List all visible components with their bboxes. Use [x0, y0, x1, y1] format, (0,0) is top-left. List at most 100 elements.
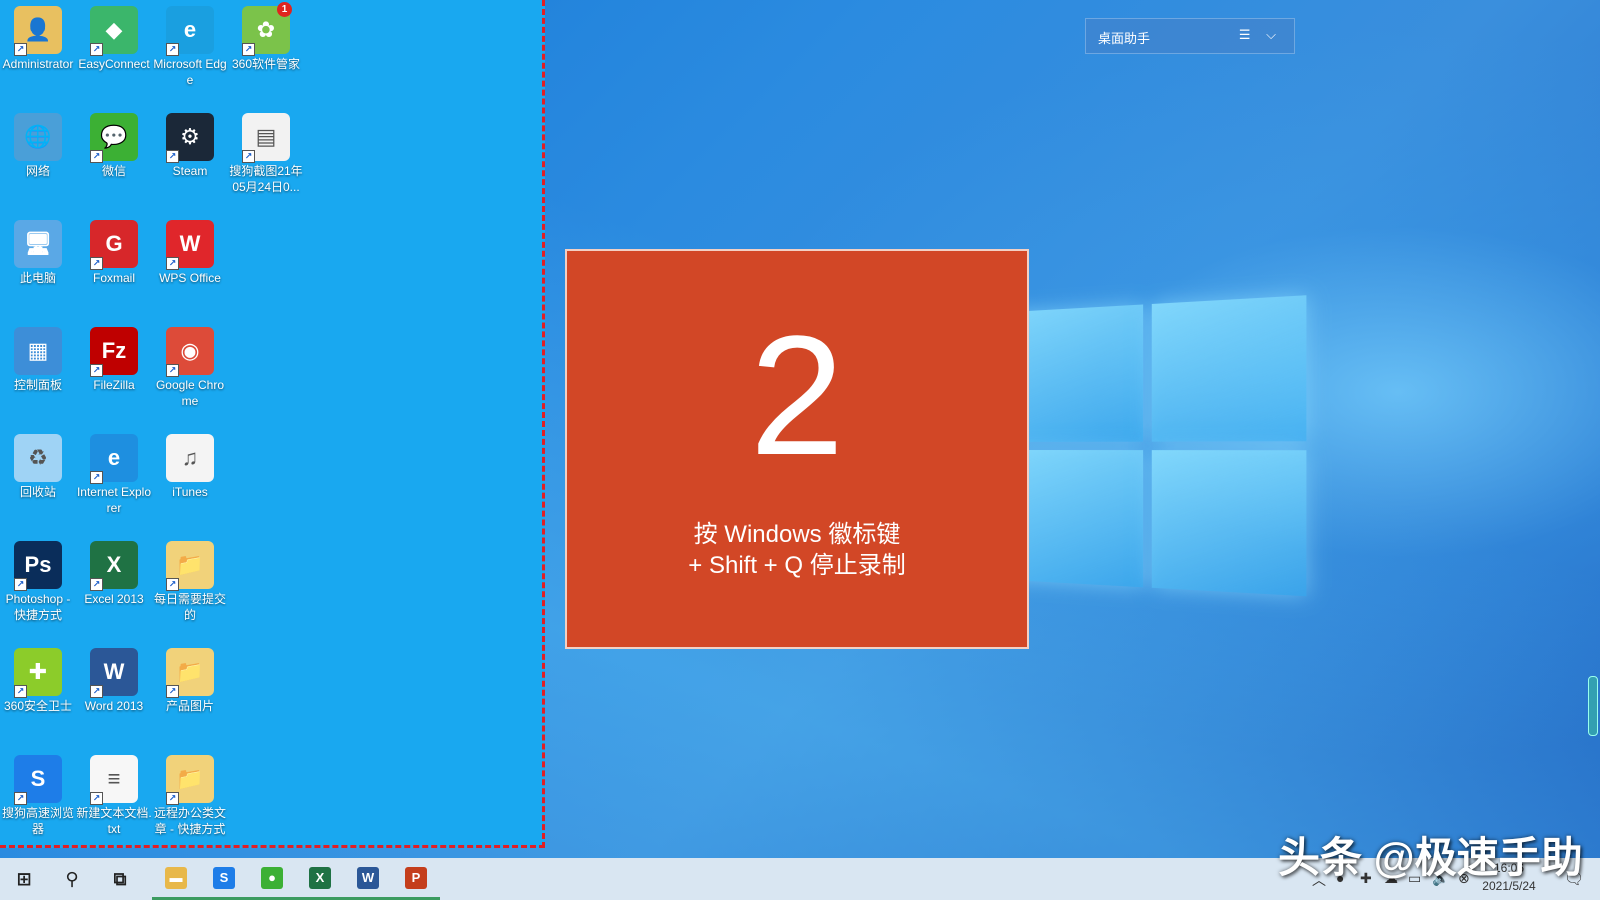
- desktop-icon-label: Google Chrome: [155, 378, 225, 408]
- shortcut-arrow-icon: ↗: [14, 685, 27, 698]
- desktop-icon-label: WPS Office: [159, 271, 221, 285]
- desktop-icon-label: 每日需要提交的: [153, 592, 226, 622]
- desktop-icon[interactable]: W ↗ Word 2013: [76, 642, 152, 714]
- widget-title: 桌面助手: [1098, 31, 1151, 46]
- wechat[interactable]: ●: [248, 858, 296, 900]
- word-icon: W: [357, 866, 379, 889]
- desktop-icon[interactable]: ▦ 控制面板: [0, 321, 76, 393]
- start-button-icon: ⊞: [16, 868, 32, 889]
- desktop-icon[interactable]: ♻ 回收站: [0, 428, 76, 500]
- word[interactable]: W: [344, 858, 392, 900]
- shortcut-arrow-icon: ↗: [242, 150, 255, 163]
- wps-icon: W ↗: [166, 220, 214, 270]
- desktop-icon[interactable]: e ↗ Microsoft Edge: [152, 0, 228, 88]
- desktop-icon[interactable]: 📁 ↗ 远程办公类文章 - 快捷方式: [152, 749, 228, 837]
- shortcut-arrow-icon: ↗: [14, 43, 27, 56]
- shortcut-arrow-icon: ↗: [166, 792, 179, 805]
- recycle-bin-icon: ♻: [14, 434, 62, 482]
- desktop-icon[interactable]: ✚ ↗ 360安全卫士: [0, 642, 76, 714]
- desktop-icon[interactable]: X ↗ Excel 2013: [76, 535, 152, 607]
- desktop-icon-label: Microsoft Edge: [153, 57, 227, 87]
- desktop-icon[interactable]: ⚙ ↗ Steam: [152, 107, 228, 179]
- shortcut-arrow-icon: ↗: [14, 578, 27, 591]
- desktop-icon[interactable]: Ps ↗ Photoshop - 快捷方式: [0, 535, 76, 623]
- shortcut-arrow-icon: ↗: [166, 685, 179, 698]
- powerpoint[interactable]: P: [392, 858, 440, 900]
- wechat-icon: ●: [261, 866, 283, 889]
- desktop-icon-label: EasyConnect: [78, 57, 150, 71]
- excel-icon: X: [309, 866, 331, 889]
- excel[interactable]: X: [296, 858, 344, 900]
- shortcut-arrow-icon: ↗: [90, 578, 103, 591]
- desktop-icon[interactable]: 📁 ↗ 每日需要提交的: [152, 535, 228, 623]
- network-icon: 🌐: [14, 113, 62, 161]
- desktop-icon-label: Steam: [172, 164, 208, 178]
- desktop-icon-label: 回收站: [19, 485, 56, 499]
- desktop-icon[interactable]: 👤 ↗ Administrator: [0, 0, 76, 72]
- desktop-icon[interactable]: 📁 ↗ 产品图片: [152, 642, 228, 714]
- desktop-icon-label: 搜狗高速浏览器: [1, 806, 74, 836]
- desktop-icon[interactable]: S ↗ 搜狗高速浏览器: [0, 749, 76, 837]
- search-button[interactable]: ⚲: [48, 858, 96, 900]
- shortcut-arrow-icon: ↗: [90, 257, 103, 270]
- sogou-browser-icon: S ↗: [14, 755, 62, 805]
- sogou-browser-icon: S: [213, 866, 235, 889]
- desktop-icon-label: 微信: [101, 164, 126, 178]
- desktop-icon[interactable]: 💬 ↗ 微信: [76, 107, 152, 179]
- shortcut-arrow-icon: ↗: [242, 43, 255, 56]
- desktop-icon[interactable]: ♫ iTunes: [152, 428, 228, 500]
- countdown-line-1: 按 Windows 徽标键: [693, 521, 901, 548]
- folder-icon: 📁 ↗: [166, 648, 214, 698]
- shortcut-arrow-icon: ↗: [14, 792, 27, 805]
- desktop-icon-label: 产品图片: [165, 699, 214, 713]
- desktop-icon[interactable]: 🌐 网络: [0, 107, 76, 179]
- desktop-icon[interactable]: 🖥 此电脑: [0, 214, 76, 286]
- start-button[interactable]: ⊞: [0, 858, 48, 900]
- shortcut-arrow-icon: ↗: [90, 792, 103, 805]
- folder-icon: 📁 ↗: [166, 541, 214, 591]
- desktop-icon[interactable]: ◉ ↗ Google Chrome: [152, 321, 228, 409]
- desktop-icon[interactable]: e ↗ Internet Explorer: [76, 428, 152, 516]
- notification-badge: 1: [277, 2, 292, 17]
- watermark: 头条 @极速手助: [1278, 834, 1583, 881]
- desktop-icon[interactable]: ≡ ↗ 新建文本文档.txt: [76, 749, 152, 837]
- desktop-icon-label: 远程办公类文章 - 快捷方式: [153, 806, 226, 836]
- widget-menu-icon[interactable]: ☰ ⌵: [1239, 27, 1282, 43]
- photoshop-icon: Ps ↗: [14, 541, 62, 591]
- desktop-icon-label: 此电脑: [19, 271, 56, 285]
- easyconnect-icon: ◆ ↗: [90, 6, 138, 56]
- desktop-icon-label: 控制面板: [13, 378, 62, 392]
- filezilla-icon: Fz ↗: [90, 327, 138, 377]
- desktop-icon-label: FileZilla: [93, 378, 135, 392]
- desktop-icon[interactable]: ✿ ↗ 1 360软件管家: [228, 0, 304, 72]
- countdown-number: 2: [749, 301, 845, 491]
- 360-safe-icon: ✚ ↗: [14, 648, 62, 698]
- excel-icon: X ↗: [90, 541, 138, 591]
- desktop-icon[interactable]: W ↗ WPS Office: [152, 214, 228, 286]
- shortcut-arrow-icon: ↗: [166, 578, 179, 591]
- desktop-icon[interactable]: G ↗ Foxmail: [76, 214, 152, 286]
- shortcut-arrow-icon: ↗: [166, 257, 179, 270]
- screenshot-file-icon: ▤ ↗: [242, 113, 290, 163]
- recording-countdown-panel: 2 按 Windows 徽标键 + Shift + Q 停止录制: [565, 249, 1029, 649]
- file-explorer[interactable]: ▬: [152, 858, 200, 900]
- desktop-icon-label: Photoshop - 快捷方式: [5, 592, 71, 622]
- desktop-assistant-widget[interactable]: 桌面助手 ☰ ⌵: [1085, 18, 1295, 54]
- desktop-icon[interactable]: Fz ↗ FileZilla: [76, 321, 152, 393]
- itunes-icon: ♫: [166, 434, 214, 482]
- shortcut-arrow-icon: ↗: [90, 364, 103, 377]
- 360-software-icon: ✿ ↗ 1: [242, 2, 292, 56]
- desktop-icon[interactable]: ▤ ↗ 搜狗截图21年05月24日0...: [228, 107, 304, 195]
- sogou-browser[interactable]: S: [200, 858, 248, 900]
- desktop-icon-label: 新建文本文档.txt: [76, 806, 152, 836]
- task-view-button-icon: ⧉: [113, 868, 127, 889]
- shortcut-arrow-icon: ↗: [90, 43, 103, 56]
- search-button-icon: ⚲: [65, 868, 79, 889]
- desktop-icon-label: 搜狗截图21年05月24日0...: [229, 164, 303, 194]
- desktop-icon[interactable]: ◆ ↗ EasyConnect: [76, 0, 152, 72]
- task-view-button[interactable]: ⧉: [96, 858, 144, 900]
- powerpoint-icon: P: [405, 866, 427, 889]
- foxmail-icon: G ↗: [90, 220, 138, 270]
- this-pc-icon: 🖥: [14, 220, 62, 268]
- user-folder-icon: 👤 ↗: [14, 6, 62, 56]
